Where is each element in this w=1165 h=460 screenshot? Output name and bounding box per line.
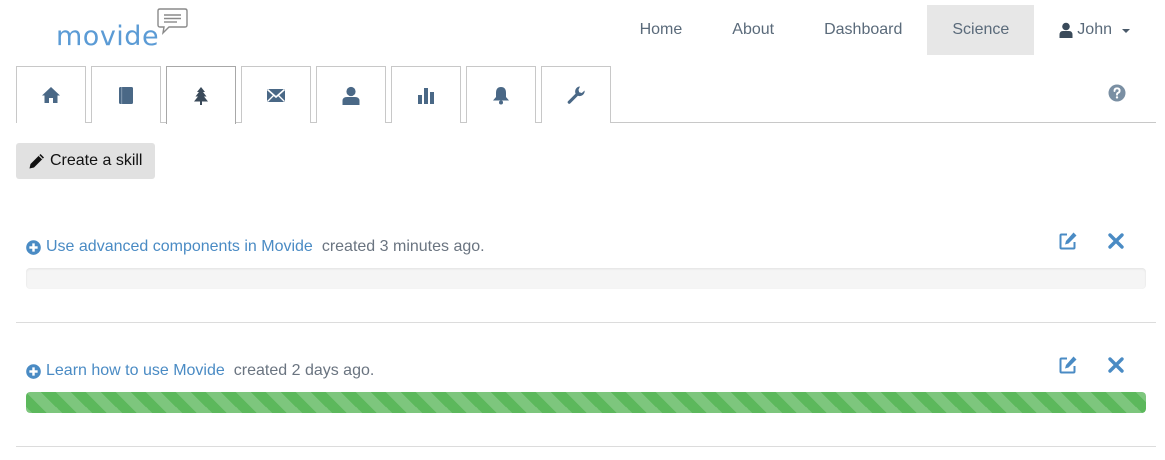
edit-icon[interactable] (1058, 355, 1078, 375)
user-menu[interactable]: John (1034, 5, 1165, 55)
tree-icon (194, 86, 208, 105)
divider (16, 446, 1156, 447)
nav-about[interactable]: About (707, 5, 799, 55)
close-icon[interactable] (1106, 355, 1126, 375)
nav-dashboard[interactable]: Dashboard (799, 5, 927, 55)
tab-settings[interactable] (541, 66, 611, 123)
envelope-icon (266, 88, 286, 102)
skill-progress (26, 268, 1146, 289)
plus-circle-icon[interactable] (26, 363, 41, 379)
home-icon (42, 87, 60, 103)
skill-created-text: created 3 minutes ago. (321, 238, 485, 255)
speech-bubble-icon (157, 8, 188, 36)
brand-logo[interactable]: movide (56, 8, 196, 52)
user-name: John (1077, 21, 1112, 38)
skill-progress-fill (26, 392, 1146, 413)
bar-chart-icon (418, 87, 434, 104)
tab-home[interactable] (16, 66, 86, 123)
skill-created-text: created 2 days ago. (233, 362, 375, 379)
edit-icon[interactable] (1058, 231, 1078, 251)
create-skill-label: Create a skill (50, 152, 143, 169)
bell-icon (493, 86, 509, 104)
chevron-down-icon (1122, 29, 1130, 33)
divider (16, 322, 1156, 323)
skill-title-link[interactable]: Use advanced components in Movide (46, 238, 313, 256)
tab-skills[interactable] (166, 66, 236, 124)
skill-header: Learn how to use Movide created 2 days a… (26, 361, 374, 381)
wrench-icon (567, 86, 585, 104)
user-icon (1059, 22, 1073, 38)
tab-stats[interactable] (391, 66, 461, 123)
tab-book[interactable] (91, 66, 161, 123)
close-icon[interactable] (1106, 231, 1126, 251)
skill-progress (26, 392, 1146, 413)
create-skill-button[interactable]: Create a skill (16, 143, 156, 179)
plus-circle-icon[interactable] (26, 239, 41, 255)
nav-home[interactable]: Home (615, 5, 708, 55)
nav-science[interactable]: Science (927, 5, 1035, 55)
brand-name: movide (56, 21, 160, 52)
tab-bar (16, 66, 1156, 124)
book-icon (119, 86, 133, 104)
tab-notifications[interactable] (466, 66, 536, 123)
user-icon (342, 86, 360, 105)
navbar: movide Home About Dashboard Science John (0, 0, 1165, 56)
pencil-icon (29, 154, 44, 169)
tab-messages[interactable] (241, 66, 311, 123)
question-circle-icon[interactable] (1108, 84, 1126, 102)
skill-title-link[interactable]: Learn how to use Movide (46, 362, 225, 380)
main-nav: Home About Dashboard Science John (615, 5, 1165, 55)
skill-header: Use advanced components in Movide create… (26, 237, 485, 257)
tab-profile[interactable] (316, 66, 386, 123)
